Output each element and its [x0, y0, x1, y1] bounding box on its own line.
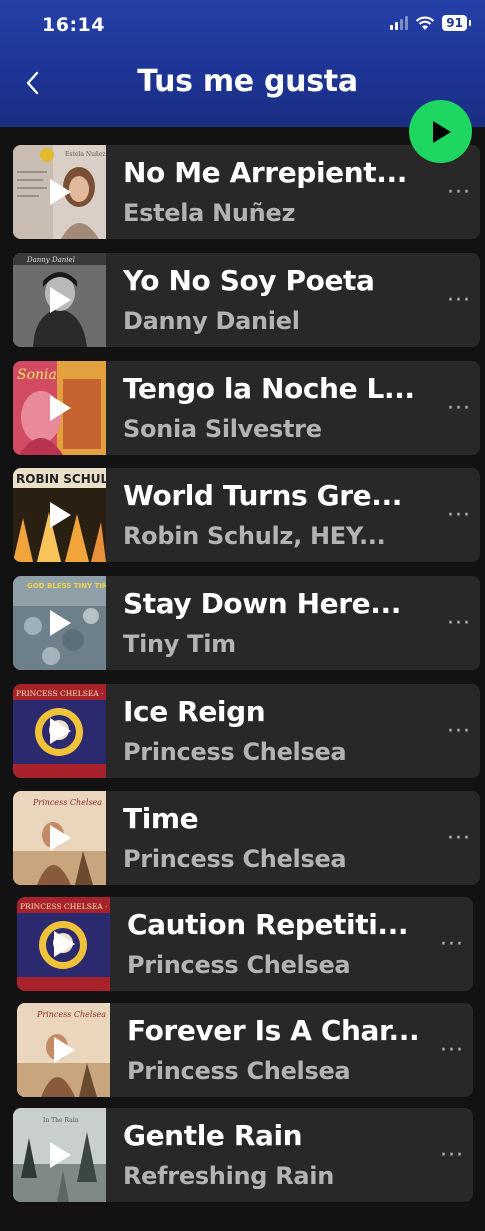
- album-lettering: Danny Daniel: [26, 256, 75, 264]
- track-row[interactable]: In The Rain Gentle Rain Refreshing Rain …: [13, 1108, 473, 1202]
- track-row[interactable]: PRINCESS CHELSEA · LIL' GOLDEN BOOK Caut…: [17, 897, 473, 991]
- more-options-button[interactable]: ···: [438, 503, 480, 528]
- track-artist: Princess Chelsea: [127, 951, 351, 979]
- header: 16:14 91 Tus me gusta: [0, 0, 485, 127]
- track-artist: Refreshing Rain: [123, 1162, 335, 1190]
- album-cover[interactable]: PRINCESS CHELSEA · LIL' GOLDEN BOOK: [13, 684, 106, 778]
- track-title: Time: [123, 802, 199, 835]
- play-icon: [432, 120, 451, 143]
- track-title: Caution Repetiti...: [127, 908, 409, 941]
- play-all-button[interactable]: [409, 100, 472, 163]
- album-lettering: PRINCESS CHELSEA · LIL' GOLDEN BOOK: [16, 689, 106, 698]
- cellular-signal-icon: [390, 16, 409, 30]
- album-cover[interactable]: Princess Chelsea: [13, 791, 106, 885]
- play-icon: [49, 287, 71, 313]
- more-options-button[interactable]: ···: [431, 932, 473, 957]
- track-title: World Turns Gre...: [123, 479, 402, 512]
- track-meta: Stay Down Here... Tiny Tim: [123, 587, 438, 659]
- more-options-button[interactable]: ···: [431, 1143, 473, 1168]
- play-icon: [49, 718, 71, 744]
- track-title: Tengo la Noche L...: [123, 372, 415, 405]
- album-cover[interactable]: Estela Nuñez: [13, 145, 106, 239]
- track-meta: Time Princess Chelsea: [123, 802, 438, 874]
- track-meta: Tengo la Noche L... Sonia Silvestre: [123, 372, 438, 444]
- track-row[interactable]: Danny Daniel Yo No Soy Poeta Danny Danie…: [13, 253, 480, 347]
- play-icon: [49, 179, 71, 205]
- track-row[interactable]: Princess Chelsea Time Princess Chelsea ·…: [13, 791, 480, 885]
- album-cover[interactable]: PRINCESS CHELSEA · LIL' GOLDEN BOOK: [17, 897, 110, 991]
- play-icon: [49, 502, 71, 528]
- album-cover[interactable]: Sonia: [13, 361, 106, 455]
- track-title: Yo No Soy Poeta: [123, 264, 375, 297]
- track-meta: No Me Arrepient... Estela Nuñez: [123, 156, 438, 228]
- track-artist: Danny Daniel: [123, 307, 300, 335]
- album-lettering: Princess Chelsea: [32, 798, 102, 807]
- more-options-button[interactable]: ···: [438, 826, 480, 851]
- track-artist: Princess Chelsea: [123, 738, 347, 766]
- more-options-button[interactable]: ···: [438, 611, 480, 636]
- play-icon: [49, 395, 71, 421]
- page-title: Tus me gusta: [137, 64, 358, 99]
- more-options-button[interactable]: ···: [438, 288, 480, 313]
- track-row[interactable]: ROBIN SCHULZ World Turns Gre... Robin Sc…: [13, 468, 480, 562]
- album-lettering: Sonia: [17, 367, 57, 383]
- track-row[interactable]: Estela Nuñez No Me Arrepient... Estela N…: [13, 145, 480, 239]
- album-cover[interactable]: ROBIN SCHULZ: [13, 468, 106, 562]
- track-title: Stay Down Here...: [123, 587, 401, 620]
- track-title: Forever Is A Char...: [127, 1014, 420, 1047]
- track-row[interactable]: Sonia Tengo la Noche L... Sonia Silvestr…: [13, 361, 480, 455]
- track-artist: Estela Nuñez: [123, 199, 296, 227]
- track-artist: Tiny Tim: [123, 630, 236, 658]
- album-lettering: GOD BLESS TINY TIM: [27, 582, 106, 590]
- track-meta: World Turns Gre... Robin Schulz, HEY...: [123, 479, 438, 551]
- album-cover[interactable]: Princess Chelsea: [17, 1003, 110, 1097]
- wifi-icon: [416, 16, 435, 30]
- track-title: Ice Reign: [123, 695, 266, 728]
- track-title: No Me Arrepient...: [123, 156, 407, 189]
- track-row[interactable]: Princess Chelsea Forever Is A Char... Pr…: [17, 1003, 473, 1097]
- play-icon: [53, 931, 75, 957]
- play-icon: [49, 1142, 71, 1168]
- track-artist: Sonia Silvestre: [123, 415, 322, 443]
- play-icon: [49, 610, 71, 636]
- album-lettering: ROBIN SCHULZ: [16, 472, 106, 486]
- track-artist: Princess Chelsea: [123, 845, 347, 873]
- play-icon: [49, 825, 71, 851]
- more-options-button[interactable]: ···: [438, 396, 480, 421]
- album-lettering: Princess Chelsea: [36, 1010, 106, 1019]
- battery-indicator: 91: [442, 15, 471, 31]
- album-cover[interactable]: GOD BLESS TINY TIM: [13, 576, 106, 670]
- track-meta: Gentle Rain Refreshing Rain: [123, 1119, 431, 1191]
- track-meta: Ice Reign Princess Chelsea: [123, 695, 438, 767]
- track-row[interactable]: PRINCESS CHELSEA · LIL' GOLDEN BOOK Ice …: [13, 684, 480, 778]
- more-options-button[interactable]: ···: [431, 1038, 473, 1063]
- more-options-button[interactable]: ···: [438, 180, 480, 205]
- track-artist: Robin Schulz, HEY...: [123, 522, 386, 550]
- status-icons: 91: [390, 15, 471, 31]
- album-lettering: Estela Nuñez: [65, 151, 106, 158]
- status-time: 16:14: [42, 14, 105, 36]
- more-options-button[interactable]: ···: [438, 719, 480, 744]
- track-title: Gentle Rain: [123, 1119, 303, 1152]
- track-row[interactable]: GOD BLESS TINY TIM Stay Down Here... Tin…: [13, 576, 480, 670]
- play-icon: [53, 1037, 75, 1063]
- track-meta: Caution Repetiti... Princess Chelsea: [127, 908, 431, 980]
- track-artist: Princess Chelsea: [127, 1057, 351, 1085]
- track-meta: Yo No Soy Poeta Danny Daniel: [123, 264, 438, 336]
- album-lettering: In The Rain: [43, 1117, 79, 1124]
- album-lettering: PRINCESS CHELSEA · LIL' GOLDEN BOOK: [20, 902, 110, 911]
- album-cover[interactable]: Danny Daniel: [13, 253, 106, 347]
- track-meta: Forever Is A Char... Princess Chelsea: [127, 1014, 431, 1086]
- album-cover[interactable]: In The Rain: [13, 1108, 106, 1202]
